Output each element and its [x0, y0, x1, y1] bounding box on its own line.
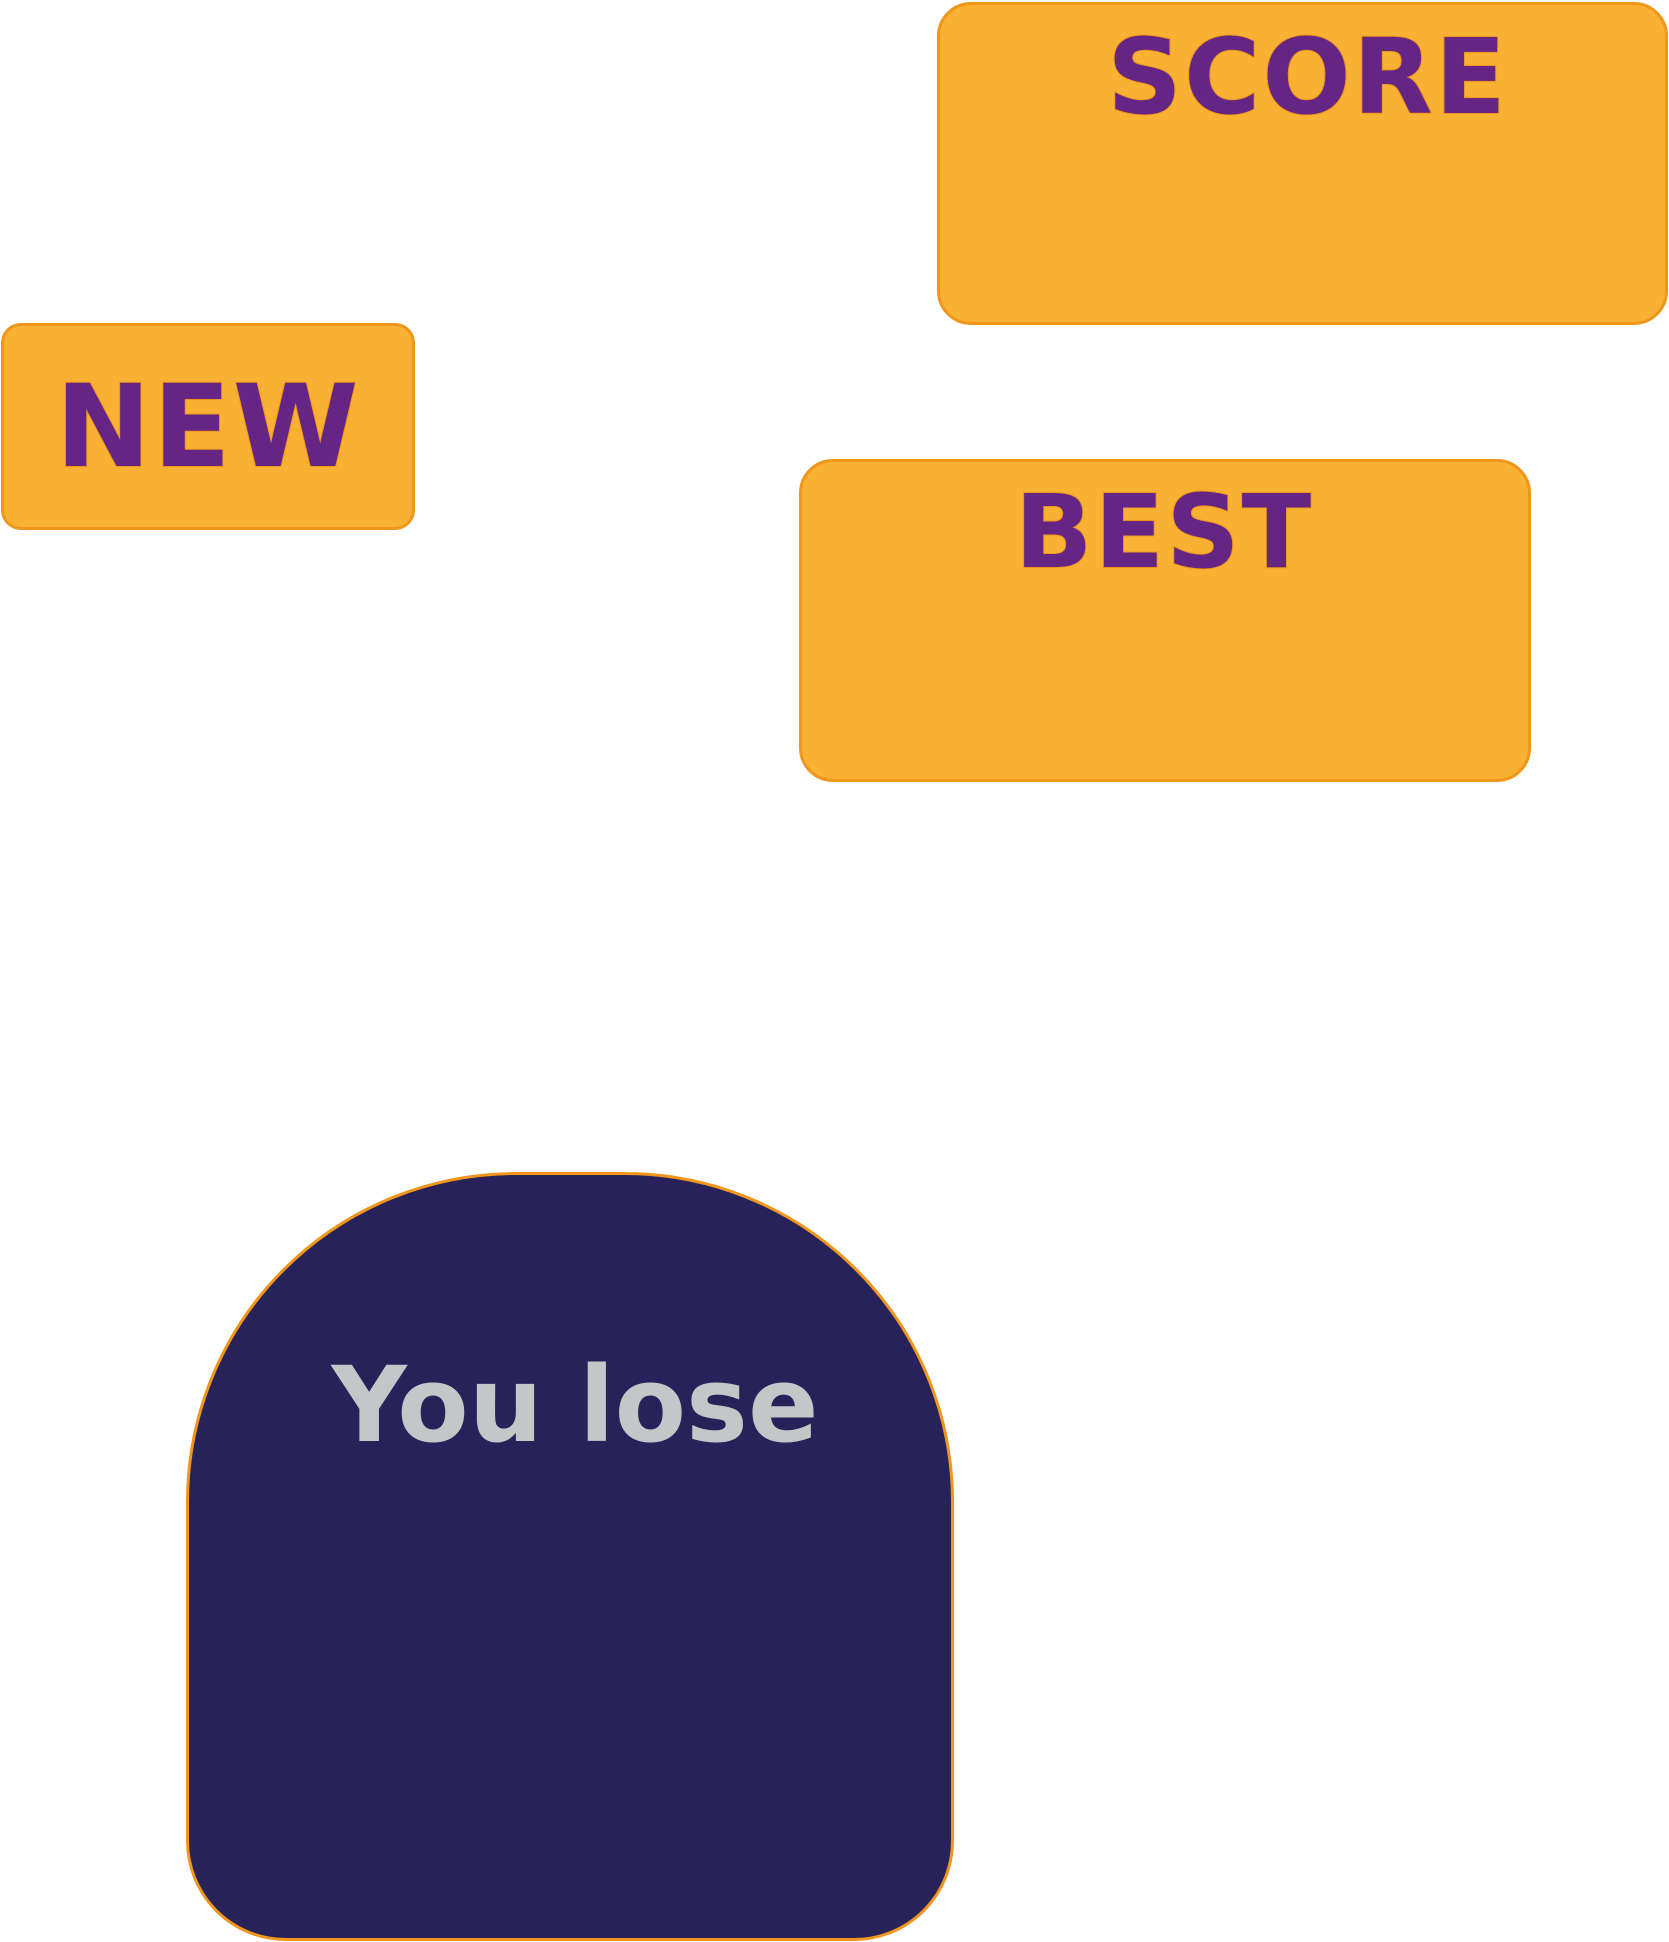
game-over-overlay: You lose: [186, 1172, 954, 1941]
best-label: BEST: [1014, 473, 1314, 592]
best-panel: BEST: [799, 459, 1531, 782]
game-over-message: You lose: [331, 1344, 819, 1466]
score-panel: SCORE: [937, 2, 1668, 325]
new-game-button[interactable]: NEW: [1, 323, 415, 530]
score-label: SCORE: [1106, 16, 1508, 138]
new-game-label: NEW: [54, 360, 361, 493]
